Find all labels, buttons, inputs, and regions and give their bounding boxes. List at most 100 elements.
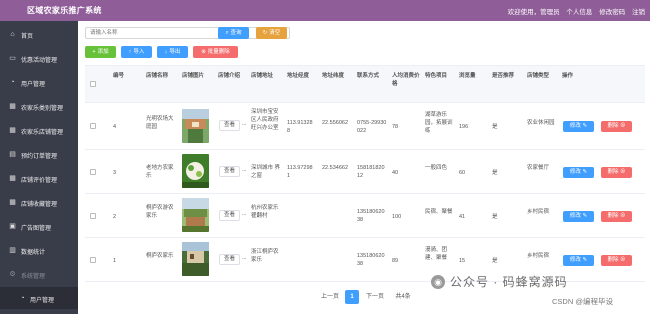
prev-page-button[interactable]: 上一页 <box>318 290 342 304</box>
delete-button[interactable]: 删除 ⊗ <box>601 255 632 266</box>
profile-link[interactable]: 个人信息 <box>566 9 592 16</box>
delete-button[interactable]: 删除 ⊗ <box>601 211 632 222</box>
column-header[interactable]: 店铺图片 <box>180 66 215 103</box>
column-header[interactable]: 是否推荐 <box>490 66 524 103</box>
column-header[interactable]: 店铺名称 <box>144 66 179 103</box>
watermark-csdn: CSDN @编程毕设 <box>552 297 613 306</box>
wechat-icon: ◉ <box>431 275 445 289</box>
table-row: 4 光明农场大庭园 查看 ... 深圳市宝安区人民政府旺兴办公室 113.913… <box>85 103 645 150</box>
upload-icon: ↑ <box>128 49 132 55</box>
cell-views: 60 <box>459 170 466 176</box>
sidebar-item-system[interactable]: ⚙ 系统管理 <box>0 263 78 285</box>
view-intro-button[interactable]: 查看 <box>219 120 240 131</box>
edit-icon: ✎ <box>580 123 588 129</box>
sidebar-item-promotions[interactable]: ▭ 优惠活动管理 <box>0 47 78 69</box>
edit-button[interactable]: 修改 ✎ <box>563 167 594 178</box>
row-checkbox[interactable] <box>90 123 96 129</box>
cell-type: 乡村民宿 <box>527 253 550 259</box>
total-count: 共4条 <box>395 294 411 300</box>
cell-longitude: 113.972981 <box>287 165 313 179</box>
change-password-link[interactable]: 修改密码 <box>599 9 625 16</box>
delete-button[interactable]: 删除 ⊗ <box>601 121 632 132</box>
column-header[interactable]: 浏览量 <box>457 66 489 103</box>
sidebar-item-label: 广告图管理 <box>21 226 52 232</box>
sidebar-item-label: 用户管理 <box>30 298 55 304</box>
add-button-label: 添加 <box>97 49 109 55</box>
edit-button[interactable]: 修改 ✎ <box>563 211 594 222</box>
cell-intro: ... <box>242 211 247 217</box>
column-header[interactable]: 联系方式 <box>355 66 389 103</box>
view-intro-button[interactable]: 查看 <box>219 254 240 265</box>
column-header[interactable]: 编号 <box>111 66 143 103</box>
view-intro-button[interactable]: 查看 <box>219 166 240 177</box>
chart-icon: ▥ <box>9 247 16 254</box>
batch-delete-button[interactable]: ⊗ 批量删除 <box>193 46 238 58</box>
column-header[interactable]: 地址纬度 <box>320 66 354 103</box>
import-button[interactable]: ↑ 导入 <box>121 46 152 58</box>
row-checkbox[interactable] <box>90 257 96 263</box>
pagination: 上一页 1 下一页 共4条 <box>318 290 438 304</box>
reset-button[interactable]: ↻ 清空 <box>256 27 287 39</box>
cell-latitude: 22.534662 <box>322 165 348 171</box>
cell-price: 89 <box>392 258 399 264</box>
page-1-button[interactable]: 1 <box>345 290 359 304</box>
column-header[interactable]: 人均消费价格 <box>390 66 422 103</box>
reset-button-label: 清空 <box>269 30 281 36</box>
search-button-label: 查询 <box>230 30 242 36</box>
calendar-icon: ▤ <box>9 151 16 158</box>
cell-address: 浙江桐庐农家乐 <box>251 249 279 263</box>
sidebar-item-orders[interactable]: ▤ 预约订单管理 <box>0 143 78 165</box>
column-header[interactable]: 店铺地址 <box>249 66 284 103</box>
cell-name: 桐庐农游农家乐 <box>146 205 174 219</box>
sidebar-item-reviews[interactable]: ▦ 店铺评价管理 <box>0 167 78 189</box>
cell-feature: 漫骑、团建、聚餐 <box>425 247 448 261</box>
search-button[interactable]: ⌕ 查询 <box>218 27 249 39</box>
sidebar-item-label: 店铺评价管理 <box>21 178 58 184</box>
sidebar-item-label: 用户管理 <box>21 82 46 88</box>
column-header[interactable]: 店铺介绍 <box>216 66 248 103</box>
export-button[interactable]: ↓ 导出 <box>157 46 188 58</box>
view-intro-button[interactable]: 查看 <box>219 210 240 221</box>
sidebar-item-label: 农家乐类别管理 <box>21 106 64 112</box>
top-nav: 欢迎使用，管理员 个人信息 修改密码 注销 <box>503 6 645 16</box>
cell-intro: ... <box>242 255 247 261</box>
sidebar-item-home[interactable]: ⌂ 首页 <box>0 23 78 45</box>
grid-icon: ▦ <box>9 199 16 206</box>
row-checkbox[interactable] <box>90 213 96 219</box>
edit-button[interactable]: 修改 ✎ <box>563 255 594 266</box>
sidebar-item-users[interactable]: ◔ 用户管理 <box>0 71 78 93</box>
edit-button-label: 修改 <box>569 213 581 219</box>
edit-icon: ✎ <box>580 169 588 175</box>
top-header: 区域农家乐推广系统 欢迎使用，管理员 个人信息 修改密码 注销 <box>0 0 650 21</box>
table-row: 3 老地方农家乐 查看 ... 深圳城市 界之窗 113.972981 22.5… <box>85 150 645 194</box>
row-checkbox[interactable] <box>90 169 96 175</box>
select-all-checkbox[interactable] <box>90 81 96 87</box>
sidebar-item-ads[interactable]: ▣ 广告图管理 <box>0 215 78 237</box>
sidebar-item-shops[interactable]: ▦ 农家乐店铺管理 <box>0 119 78 141</box>
delete-icon: ⊗ <box>618 213 626 219</box>
cell-address: 杭州农家乐瞿翻村 <box>251 205 279 219</box>
next-page-button[interactable]: 下一页 <box>363 290 387 304</box>
delete-button[interactable]: 删除 ⊗ <box>601 167 632 178</box>
cell-id: 3 <box>113 170 117 176</box>
cell-id: 4 <box>113 124 117 130</box>
column-header[interactable]: 特色项目 <box>423 66 456 103</box>
sidebar-item-statistics[interactable]: ▥ 数据统计 <box>0 239 78 261</box>
cell-phone: 15818182012 <box>357 165 385 179</box>
sidebar-item-label: 数据统计 <box>21 250 46 256</box>
sidebar-item-categories[interactable]: ▦ 农家乐类别管理 <box>0 95 78 117</box>
cell-type: 农业休闲园 <box>527 120 555 126</box>
cell-feature: 一般四色 <box>425 165 448 171</box>
cell-price: 78 <box>392 124 399 130</box>
refresh-icon: ↻ <box>262 30 268 36</box>
column-header[interactable]: 店铺类型 <box>525 66 559 103</box>
table-header: 编号 店铺名称 店铺图片 店铺介绍 店铺地址 地址经度 地址纬度 联系方式 人均… <box>85 66 645 103</box>
export-button-label: 导出 <box>169 49 181 55</box>
sidebar-subitem-users[interactable]: ◔ 用户管理 <box>0 287 78 309</box>
sidebar-item-favorites[interactable]: ▦ 店铺收藏管理 <box>0 191 78 213</box>
edit-button[interactable]: 修改 ✎ <box>563 121 594 132</box>
welcome-text: 欢迎使用，管理员 <box>507 9 560 16</box>
add-button[interactable]: + 添加 <box>85 46 116 58</box>
logout-link[interactable]: 注销 <box>632 9 645 16</box>
column-header[interactable]: 地址经度 <box>285 66 319 103</box>
